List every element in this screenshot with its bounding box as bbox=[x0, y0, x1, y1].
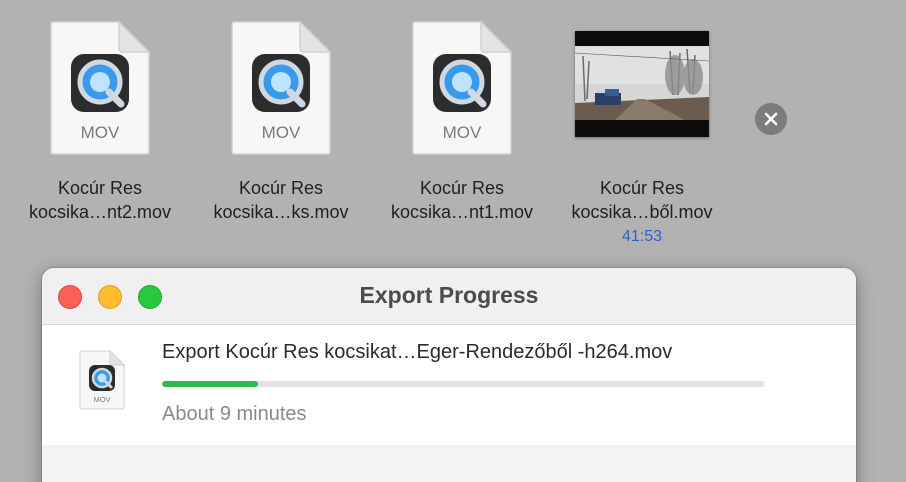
file-item[interactable]: MOV Kocúr Res kocsika…nt2.mov bbox=[10, 18, 190, 224]
video-duration: 41:53 bbox=[621, 228, 663, 245]
file-item[interactable]: MOV Kocúr Res kocsika…nt1.mov bbox=[372, 18, 552, 224]
titlebar[interactable]: Export Progress bbox=[42, 268, 856, 325]
window-title: Export Progress bbox=[359, 282, 539, 308]
file-name: Kocúr Res kocsika…ből.mov bbox=[552, 176, 732, 224]
file-item[interactable]: Kocúr Res kocsika…ből.mov 41:53 bbox=[552, 18, 732, 248]
file-name-line1: Kocúr Res bbox=[599, 178, 685, 198]
export-item: MOV Export Kocúr Res kocsikat…Eger-Rende… bbox=[42, 325, 856, 445]
file-type-label: MOV bbox=[443, 123, 482, 142]
file-name-line1: Kocúr Res bbox=[238, 178, 324, 198]
file-name: Kocúr Res kocsika…nt2.mov bbox=[10, 176, 190, 224]
quicktime-doc-icon: MOV bbox=[412, 20, 513, 155]
file-name: Kocúr Res kocsika…nt1.mov bbox=[372, 176, 552, 224]
close-circle-icon bbox=[764, 112, 778, 126]
file-name: Kocúr Res kocsika…ks.mov bbox=[191, 176, 371, 224]
quicktime-doc-icon: MOV bbox=[231, 20, 332, 155]
export-progress-window: Export Progress MOV Export Kocúr Res koc… bbox=[42, 268, 856, 482]
quicktime-doc-icon: MOV bbox=[79, 349, 126, 410]
export-file-name: Export Kocúr Res kocsikat…Eger-Rendezőbő… bbox=[162, 341, 673, 363]
file-name-line2: kocsika…ből.mov bbox=[571, 202, 713, 222]
file-type-label: MOV bbox=[81, 123, 120, 142]
export-progress-bar bbox=[162, 381, 765, 387]
time-remaining: About 9 minutes bbox=[162, 403, 307, 425]
file-name-line2: kocsika…nt1.mov bbox=[390, 202, 534, 222]
video-thumbnail bbox=[575, 31, 709, 137]
quicktime-doc-icon: MOV bbox=[50, 20, 151, 155]
cancel-export-button[interactable] bbox=[755, 103, 787, 135]
window-footer bbox=[42, 445, 856, 482]
file-name-line1: Kocúr Res bbox=[419, 178, 505, 198]
file-type-label: MOV bbox=[93, 395, 110, 404]
file-name-line1: Kocúr Res bbox=[57, 178, 143, 198]
file-name-line2: kocsika…nt2.mov bbox=[28, 202, 172, 222]
export-progress-fill bbox=[162, 381, 259, 387]
file-type-label: MOV bbox=[262, 123, 301, 142]
file-item[interactable]: MOV Kocúr Res kocsika…ks.mov bbox=[191, 18, 371, 224]
file-name-line2: kocsika…ks.mov bbox=[213, 202, 349, 222]
